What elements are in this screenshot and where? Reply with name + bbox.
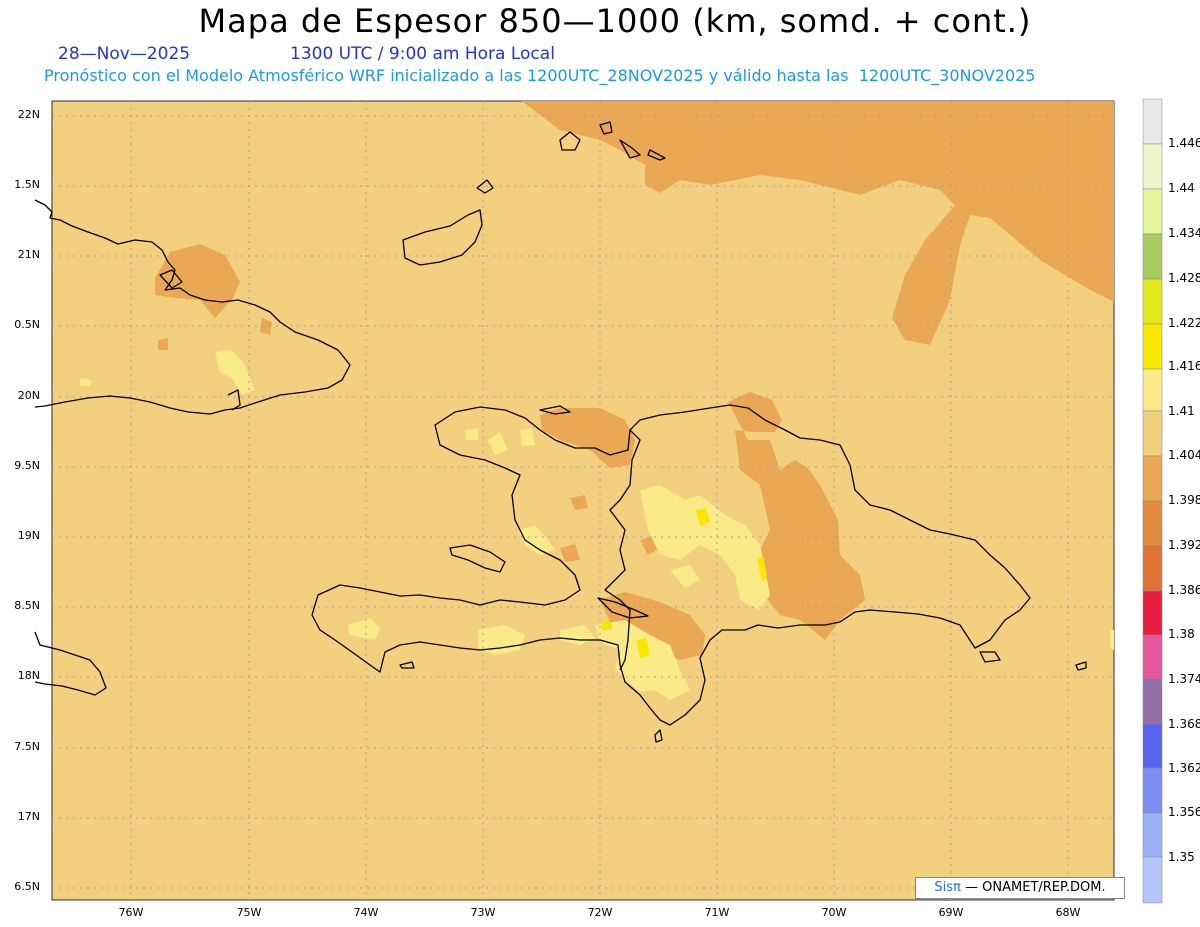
lat-label: 9.5N — [14, 459, 40, 472]
lat-label: 21N — [17, 248, 40, 261]
lat-label: 7.5N — [14, 740, 40, 753]
colorbar-label: 1.374 — [1168, 672, 1200, 686]
lon-label: 70W — [821, 906, 847, 919]
lat-label: 0.5N — [14, 318, 40, 331]
thickness-map — [34, 98, 1163, 904]
colorbar-label: 1.38 — [1168, 627, 1195, 641]
lat-label: 6.5N — [14, 880, 40, 893]
colorbar-label: 1.404 — [1168, 448, 1200, 462]
lat-label: 20N — [17, 389, 40, 402]
colorbar-label: 1.392 — [1168, 538, 1200, 552]
lon-label: 73W — [470, 906, 496, 919]
lon-label: 69W — [938, 906, 964, 919]
lon-label: 68W — [1055, 906, 1081, 919]
colorbar-label: 1.416 — [1168, 359, 1200, 373]
colorbar-label: 1.386 — [1168, 583, 1200, 597]
lat-label: 1.5N — [14, 178, 40, 191]
colorbar-label: 1.356 — [1168, 805, 1200, 819]
credit-sis: Sisπ — [934, 880, 961, 895]
lat-label: 19N — [17, 529, 40, 542]
colorbar-label: 1.362 — [1168, 761, 1200, 775]
colorbar-label: 1.35 — [1168, 850, 1195, 864]
credit-box: Sisπ — ONAMET/REP.DOM. — [915, 877, 1125, 899]
colorbar-label: 1.434 — [1168, 226, 1200, 240]
colorbar-label: 1.41 — [1168, 404, 1195, 418]
colorbar-label: 1.368 — [1168, 717, 1200, 731]
credit-org: — ONAMET/REP.DOM. — [965, 880, 1106, 895]
lat-label: 18N — [17, 669, 40, 682]
colorbar-label: 1.398 — [1168, 493, 1200, 507]
colorbar-label: 1.422 — [1168, 316, 1200, 330]
colorbar-label: 1.428 — [1168, 271, 1200, 285]
colorbar — [1142, 98, 1163, 904]
lon-label: 71W — [704, 906, 730, 919]
lat-label: 8.5N — [14, 599, 40, 612]
lat-label: 17N — [17, 810, 40, 823]
lat-label: 22N — [17, 108, 40, 121]
lon-label: 75W — [236, 906, 262, 919]
lon-label: 72W — [587, 906, 613, 919]
colorbar-label: 1.44 — [1168, 181, 1195, 195]
lon-label: 76W — [118, 906, 144, 919]
lon-label: 74W — [353, 906, 379, 919]
colorbar-label: 1.446 — [1168, 136, 1200, 150]
